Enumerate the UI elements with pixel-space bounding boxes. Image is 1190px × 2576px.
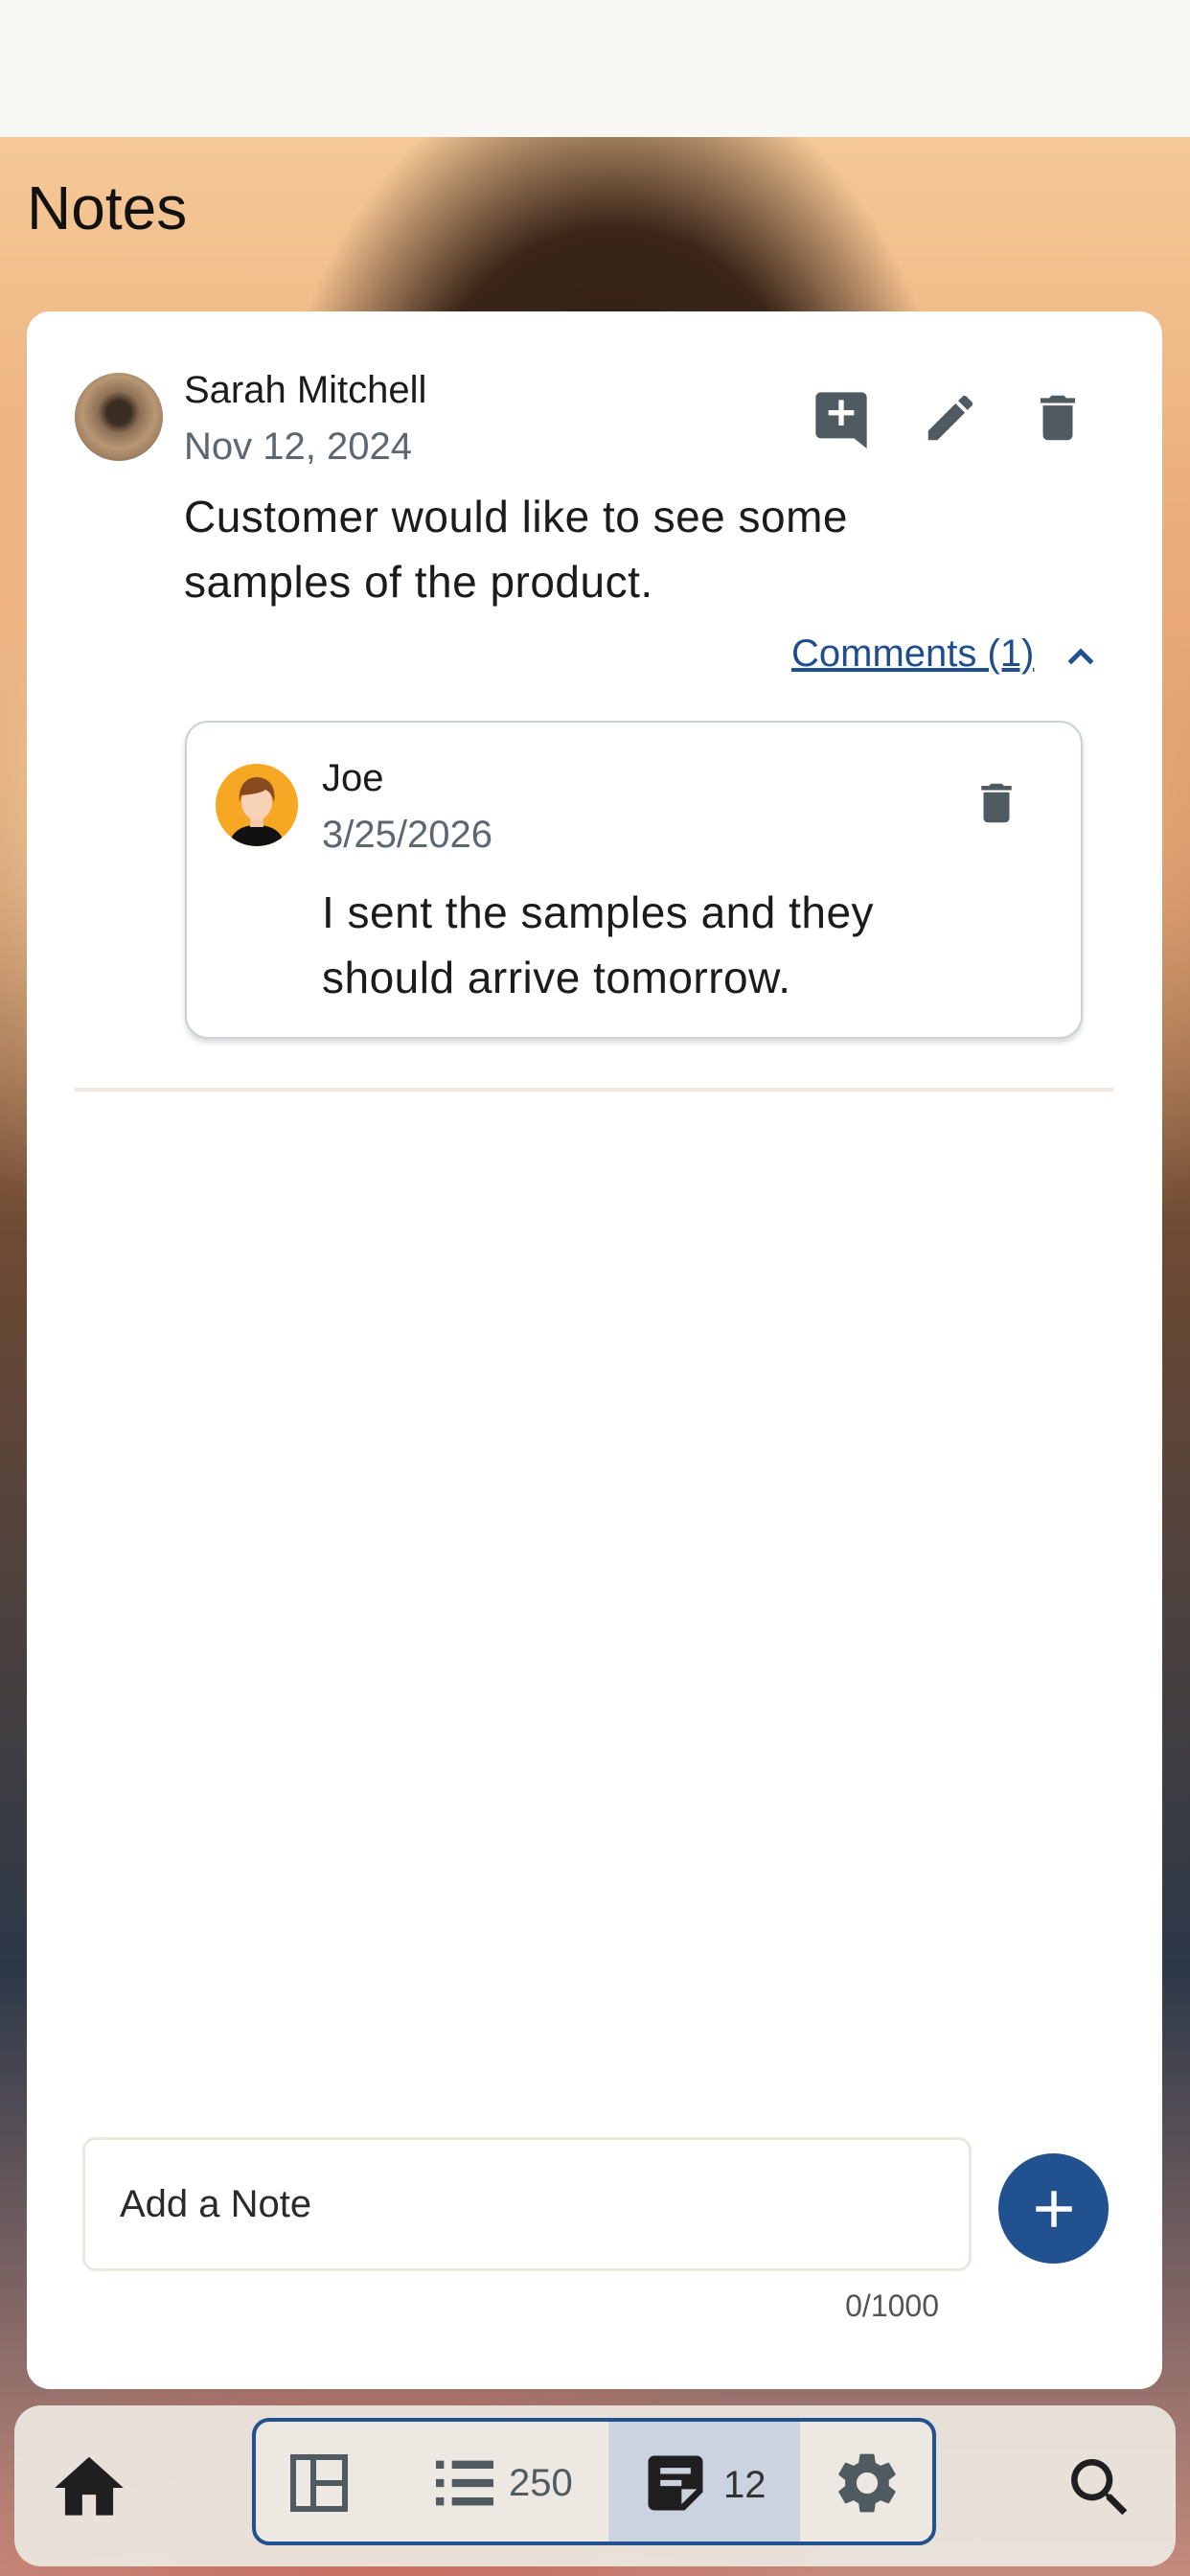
nav-home-button[interactable]	[48, 2447, 130, 2529]
author-avatar	[75, 373, 163, 461]
notes-count: 12	[723, 2464, 767, 2506]
note-author: Sarah Mitchell	[184, 369, 427, 411]
nav-group: 250 12	[252, 2418, 936, 2545]
layout-panel-icon	[290, 2454, 348, 2512]
home-icon	[55, 2456, 124, 2516]
note-text: Customer would like to see some samples …	[184, 492, 849, 607]
delete-note-button[interactable]	[1023, 383, 1092, 452]
note-date: Nov 12, 2024	[184, 426, 412, 468]
chevron-up-icon[interactable]	[1062, 637, 1100, 676]
pencil-icon	[927, 395, 973, 441]
trash-icon	[981, 783, 1012, 823]
search-icon	[1071, 2459, 1128, 2516]
nav-layout-button[interactable]	[285, 2449, 354, 2518]
add-note-button[interactable]	[998, 2153, 1109, 2264]
list-icon	[436, 2460, 493, 2506]
nav-notes-button[interactable]: 12	[639, 2447, 783, 2519]
add-comment-icon	[815, 392, 867, 448]
page-title: Notes	[27, 173, 188, 242]
comment-text: I sent the samples and they should arriv…	[322, 887, 875, 1002]
commenter-avatar	[216, 764, 298, 846]
nav-settings-button[interactable]	[831, 2447, 904, 2519]
comment-date: 3/25/2026	[322, 814, 492, 856]
list-count: 250	[509, 2462, 573, 2504]
edit-note-button[interactable]	[916, 383, 985, 452]
nav-search-button[interactable]	[1062, 2450, 1138, 2526]
divider	[75, 1088, 1113, 1092]
comment-author: Joe	[322, 757, 384, 799]
trash-icon	[1040, 395, 1076, 441]
comments-toggle[interactable]: Comments (1)	[791, 632, 1034, 676]
plus-icon	[1035, 2190, 1072, 2227]
sticky-note-icon	[648, 2455, 703, 2511]
gear-icon	[838, 2453, 896, 2513]
status-bar	[0, 0, 1190, 137]
add-comment-button[interactable]	[807, 383, 876, 452]
notes-card	[27, 311, 1162, 2389]
nav-list-button[interactable]: 250	[426, 2445, 589, 2521]
character-count: 0/1000	[845, 2288, 939, 2323]
delete-comment-button[interactable]	[968, 774, 1025, 832]
add-note-input[interactable]: Add a Note	[82, 2137, 972, 2271]
